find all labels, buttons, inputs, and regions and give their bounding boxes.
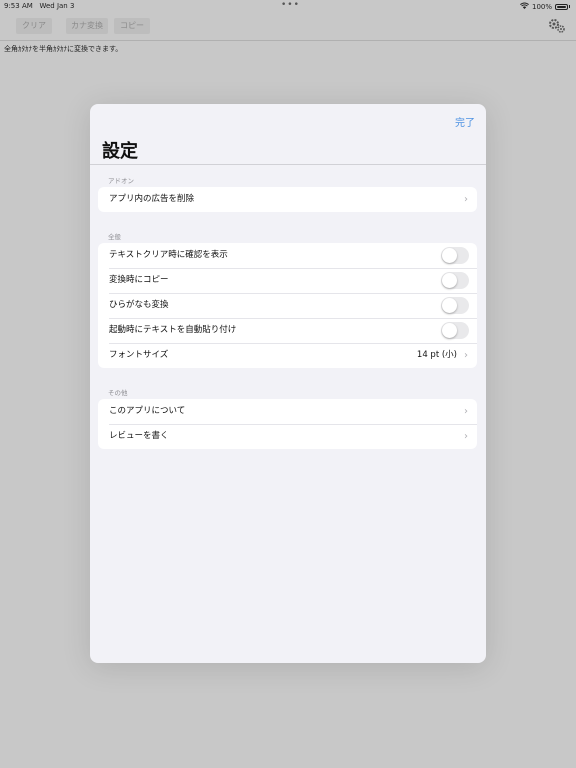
- section-header-general: 全般: [108, 233, 121, 241]
- row-label: フォントサイズ: [109, 350, 169, 360]
- row-label: アプリ内の広告を削除: [109, 194, 195, 204]
- row-label: ひらがなも変換: [109, 300, 169, 310]
- status-time: 9:53 AM Wed Jan 3: [4, 2, 75, 10]
- row-remove-ads[interactable]: アプリ内の広告を削除 ›: [98, 187, 477, 212]
- chevron-right-icon: ›: [464, 350, 468, 361]
- description-text: 全角ｶﾀｶﾅを半角ｶﾀｶﾅに変換できます。: [4, 45, 123, 53]
- multitasking-dots[interactable]: •••: [281, 0, 300, 10]
- row-label: 起動時にテキストを自動貼り付け: [109, 325, 237, 335]
- row-write-review[interactable]: レビューを書く ›: [98, 424, 477, 449]
- row-about-app[interactable]: このアプリについて ›: [98, 399, 477, 424]
- row-font-size[interactable]: フォントサイズ 14 pt (小) ›: [98, 343, 477, 368]
- wifi-icon: [520, 2, 529, 11]
- status-indicators: 100%: [520, 2, 570, 11]
- auto-paste-toggle[interactable]: [441, 322, 469, 339]
- settings-sheet: 完了 設定 アドオン アプリ内の広告を削除 › 全般 テキストクリア時に確認を表…: [90, 104, 486, 663]
- clear-button[interactable]: クリア: [16, 18, 52, 34]
- group-addon: アプリ内の広告を削除 ›: [98, 187, 477, 212]
- divider: [90, 164, 486, 165]
- row-convert-hiragana: ひらがなも変換: [98, 293, 477, 318]
- row-auto-paste: 起動時にテキストを自動貼り付け: [98, 318, 477, 343]
- chevron-right-icon: ›: [464, 431, 468, 442]
- status-bar: 9:53 AM Wed Jan 3 ••• 100%: [0, 0, 576, 12]
- gears-icon[interactable]: [548, 18, 566, 34]
- row-label: レビューを書く: [109, 431, 169, 441]
- confirm-clear-toggle[interactable]: [441, 247, 469, 264]
- battery-icon: [555, 3, 568, 10]
- row-label: このアプリについて: [109, 406, 186, 416]
- row-label: 変換時にコピー: [109, 275, 169, 285]
- font-size-value: 14 pt (小): [416, 350, 457, 360]
- toolbar: クリア カナ変換 コピー: [0, 12, 576, 41]
- copy-button[interactable]: コピー: [114, 18, 150, 34]
- group-general: テキストクリア時に確認を表示 変換時にコピー ひらがなも変換 起動時にテキストを…: [98, 243, 477, 368]
- row-copy-on-convert: 変換時にコピー: [98, 268, 477, 293]
- convert-hiragana-toggle[interactable]: [441, 297, 469, 314]
- kana-convert-button[interactable]: カナ変換: [66, 18, 108, 34]
- copy-on-convert-toggle[interactable]: [441, 272, 469, 289]
- row-label: テキストクリア時に確認を表示: [109, 250, 228, 260]
- chevron-right-icon: ›: [464, 194, 468, 205]
- page-title: 設定: [102, 141, 138, 162]
- battery-percent: 100%: [531, 2, 552, 11]
- section-header-other: その他: [108, 389, 128, 397]
- row-confirm-clear: テキストクリア時に確認を表示: [98, 243, 477, 268]
- group-other: このアプリについて › レビューを書く ›: [98, 399, 477, 449]
- done-button[interactable]: 完了: [455, 114, 475, 129]
- section-header-addon: アドオン: [108, 177, 134, 185]
- chevron-right-icon: ›: [464, 406, 468, 417]
